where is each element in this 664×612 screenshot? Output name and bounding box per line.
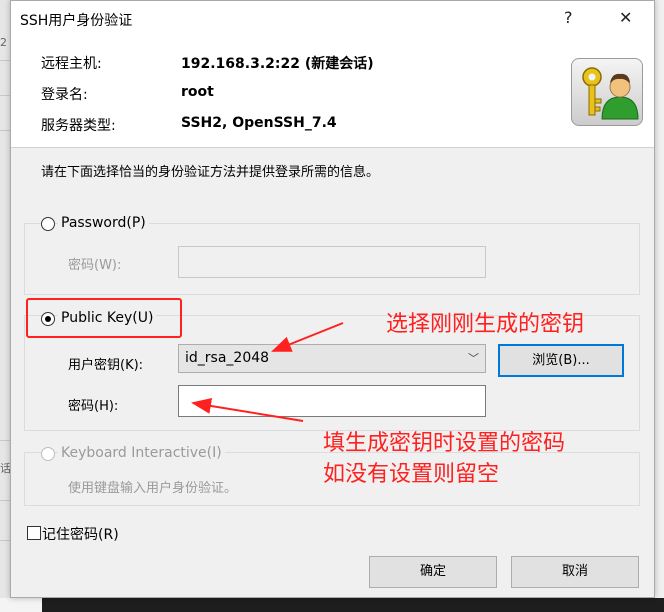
background-window-edge: 2 话 [0, 0, 11, 612]
background-taskbar [0, 598, 664, 612]
ssh-auth-dialog: SSH用户身份验证 ? ✕ 远程主机: 192.168.3.2:22 (新建会话… [10, 0, 655, 598]
annotation-arrow-passphrase [191, 398, 304, 422]
background-fragment: 2 [0, 36, 7, 49]
annotation-arrows [191, 322, 344, 422]
annotation-arrow-key [271, 322, 344, 352]
